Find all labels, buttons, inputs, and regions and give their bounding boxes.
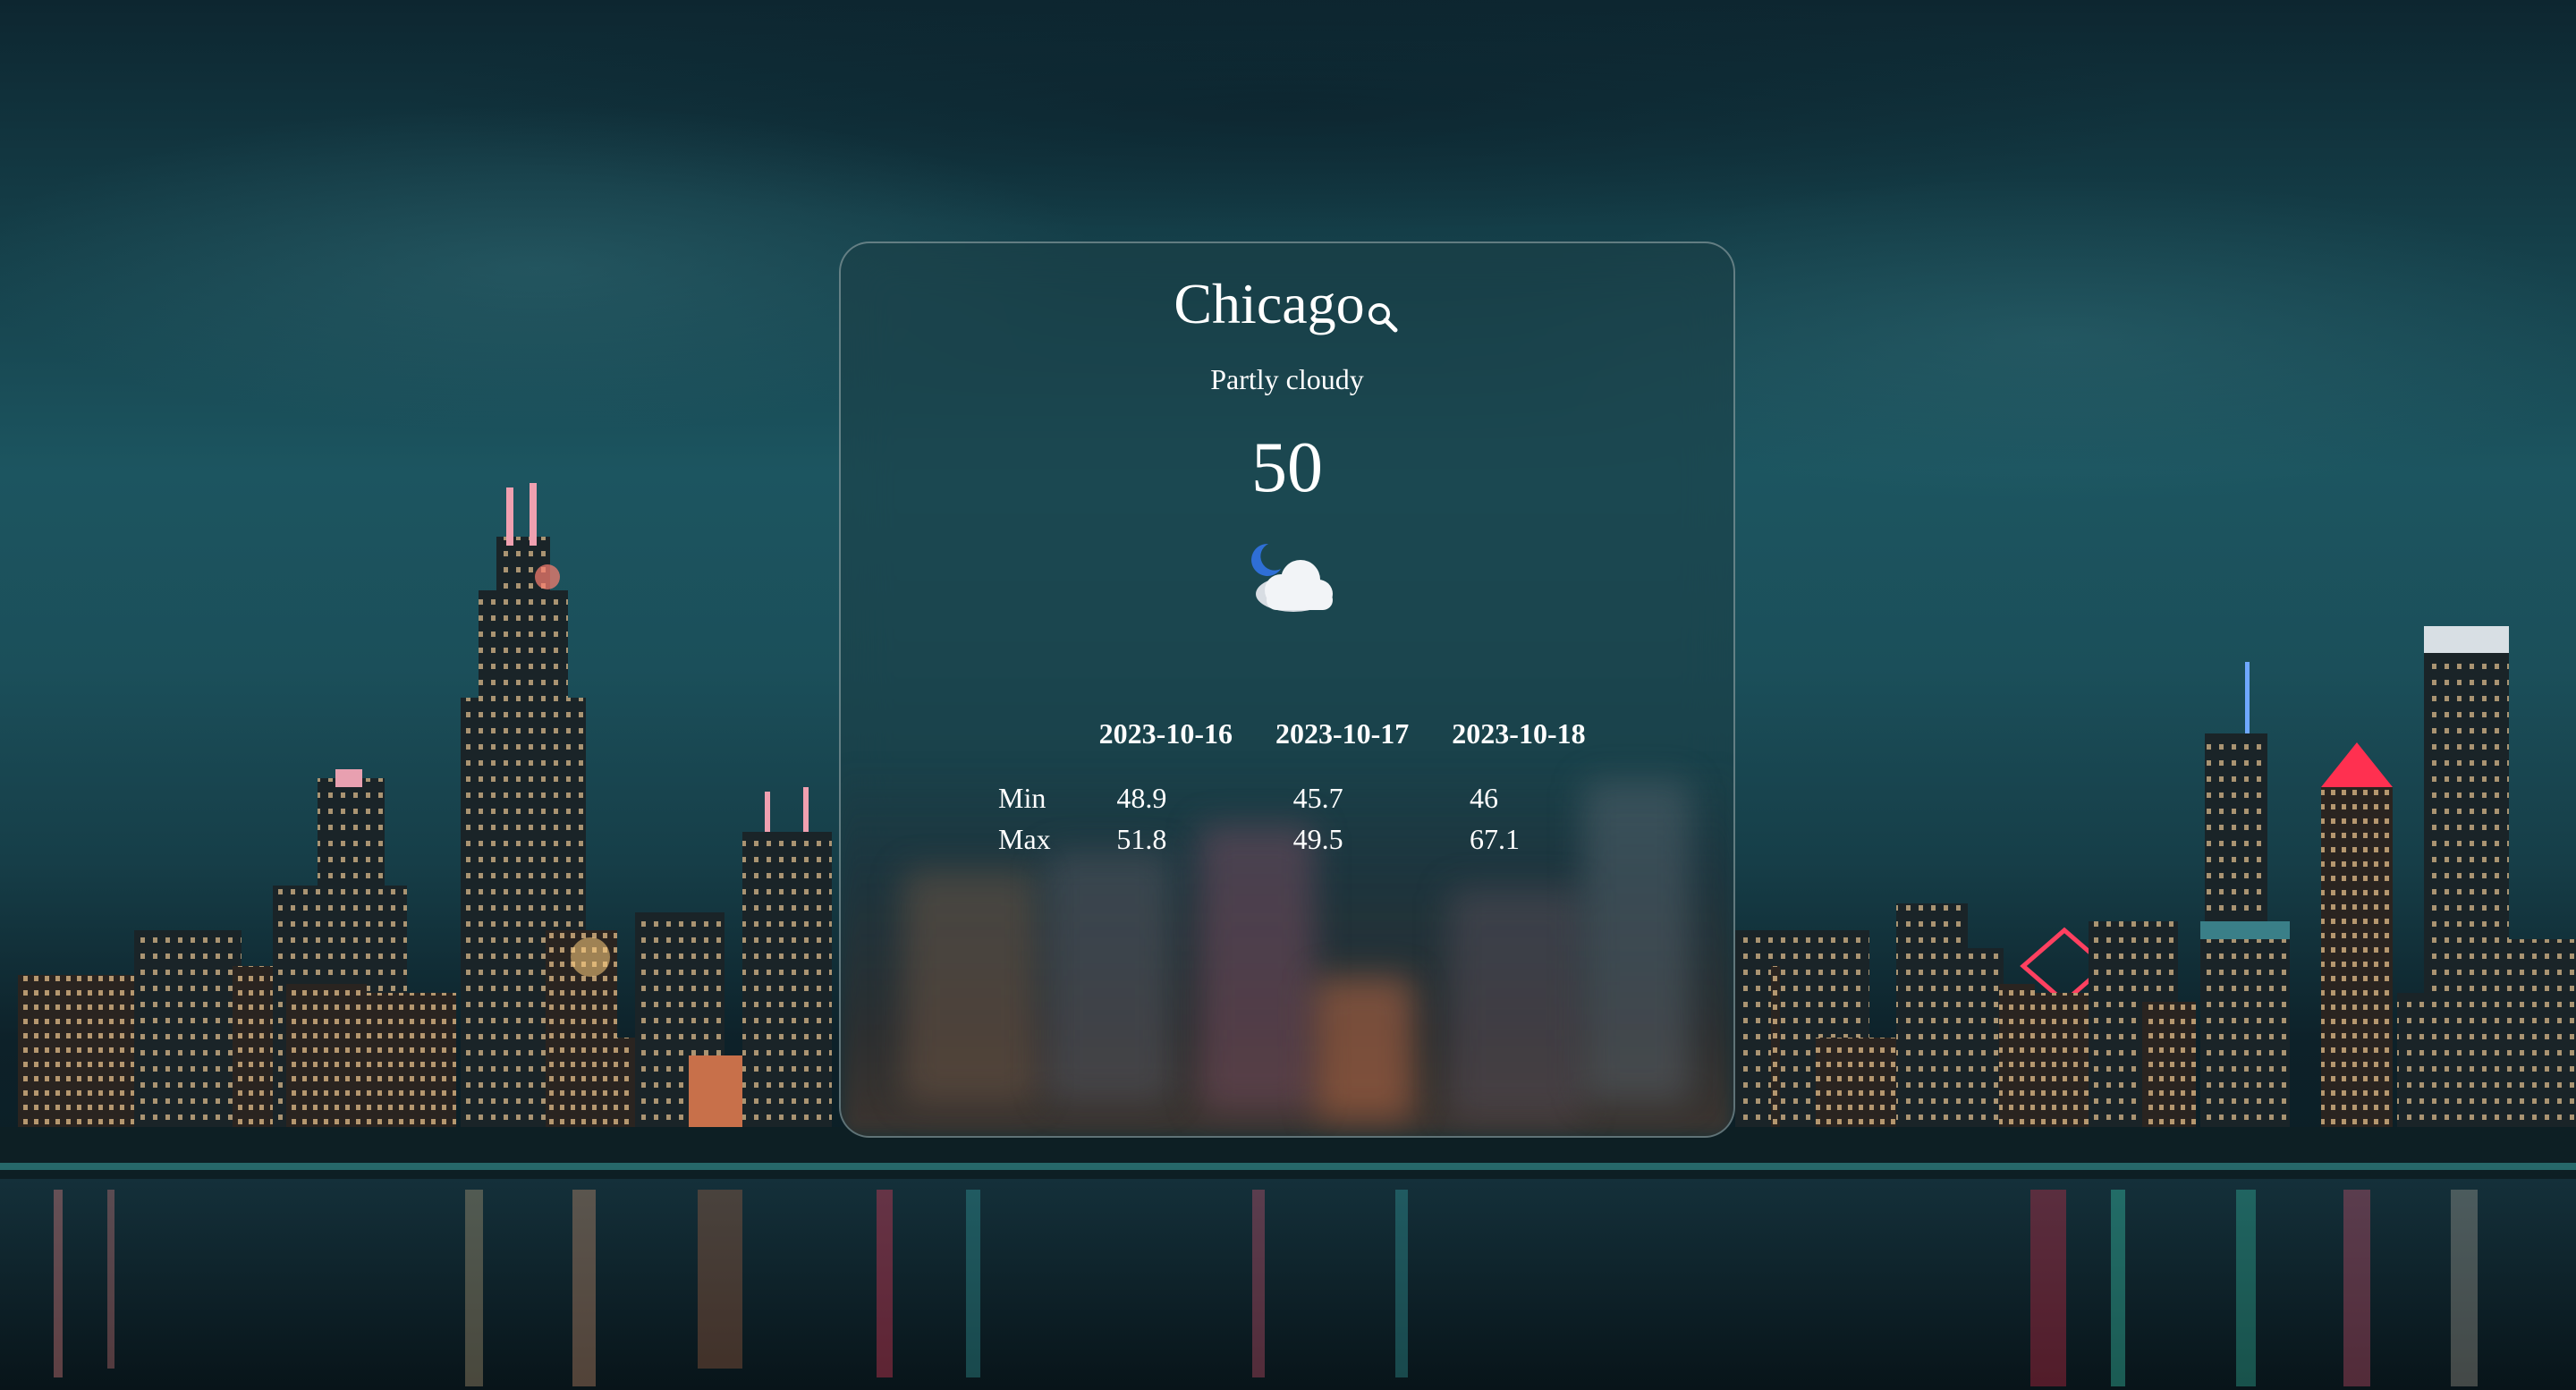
moon-partly-cloudy-icon [1251,543,1333,612]
blurred-building [1449,887,1583,1120]
row-label: Min [998,782,1046,814]
blurred-building [1315,977,1413,1120]
max-temp-value: 49.5 [1292,823,1343,855]
max-temp-value: 51.8 [1116,823,1167,855]
min-temp-value: 46 [1469,782,1498,814]
min-temp: 45.7 [1254,777,1430,818]
max-temp-value: 67.1 [1469,823,1520,855]
row-label: Max [998,823,1051,855]
min-temp: 46 [1430,777,1606,818]
forecast-date: 2023-10-18 [1452,717,1586,750]
forecast-date: 2023-10-16 [1098,717,1233,750]
blurred-building [1199,825,1315,1111]
forecast-date: 2023-10-17 [1275,717,1410,750]
forecast-row-max: Max 51.8 49.5 67.1 [993,818,1607,860]
min-temp: 48.9 [1078,777,1254,818]
blurred-building [903,869,1038,1102]
blurred-building [1046,852,1172,1102]
city-header: Chicago [841,265,1733,339]
current-temperature: 50 [1251,428,1323,507]
forecast-corner [993,717,1078,777]
max-temp: 67.1 [1430,818,1606,860]
search-button[interactable] [1365,283,1401,333]
min-temp-value: 48.9 [1116,782,1167,814]
forecast-header-row: 2023-10-16 2023-10-17 2023-10-18 [993,717,1607,777]
max-temp: 49.5 [1254,818,1430,860]
search-icon [1368,303,1398,333]
city-name: Chicago [1174,271,1365,335]
weather-card: Chicago Partly cloudy 50 2023-10-16 2023… [839,242,1735,1138]
weather-condition: Partly cloudy [1210,363,1364,395]
forecast-row-min: Min 48.9 45.7 46 [993,777,1607,818]
forecast-table: 2023-10-16 2023-10-17 2023-10-18 Min 48.… [993,717,1607,860]
max-temp: 51.8 [1078,818,1254,860]
background-city-skyline: Chicago Partly cloudy 50 2023-10-16 2023… [0,0,2576,1390]
min-temp-value: 45.7 [1292,782,1343,814]
